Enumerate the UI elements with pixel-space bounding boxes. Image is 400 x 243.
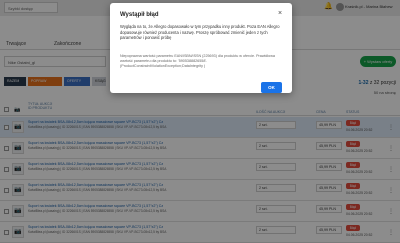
dialog-error-detail: Niepoprawna wartość parametru EAN/ISBN/I… bbox=[120, 54, 275, 69]
close-icon[interactable]: × bbox=[278, 10, 282, 17]
ok-button[interactable]: OK bbox=[261, 82, 282, 93]
error-dialog: Wystąpił błąd × Wygląda na to, że Allegr… bbox=[110, 3, 292, 93]
dialog-title: Wystąpił błąd bbox=[120, 12, 159, 18]
dialog-message: Wygląda na to, że Allegro dopasowało w t… bbox=[120, 24, 280, 40]
